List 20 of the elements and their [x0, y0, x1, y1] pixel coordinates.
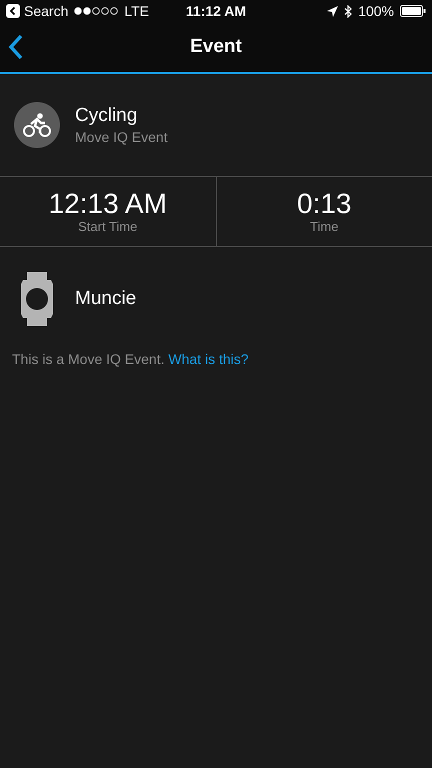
cycling-icon — [14, 102, 60, 148]
battery-icon — [400, 5, 426, 17]
stat-label: Time — [310, 219, 338, 234]
what-is-this-link[interactable]: What is this? — [164, 351, 249, 367]
page-title: Event — [190, 36, 242, 58]
back-to-app-button[interactable]: Search — [6, 3, 68, 19]
info-text: This is a Move IQ Event. What is this? — [11, 351, 250, 367]
clock-text: 11:12 AM — [186, 3, 246, 19]
stat-value: 0:13 — [297, 189, 352, 219]
activity-subtitle: Move IQ Event — [75, 129, 168, 145]
stat-value: 12:13 AM — [48, 189, 167, 219]
activity-name: Cycling — [75, 105, 138, 127]
watch-icon — [18, 272, 56, 326]
bluetooth-icon — [344, 4, 352, 18]
device-name: Muncie — [75, 288, 136, 310]
battery-percent-text: 100% — [358, 3, 394, 19]
carrier-text: LTE — [124, 3, 149, 19]
signal-icon — [74, 7, 118, 15]
location-arrow-icon — [327, 6, 338, 16]
stat-label: Start Time — [78, 219, 138, 234]
